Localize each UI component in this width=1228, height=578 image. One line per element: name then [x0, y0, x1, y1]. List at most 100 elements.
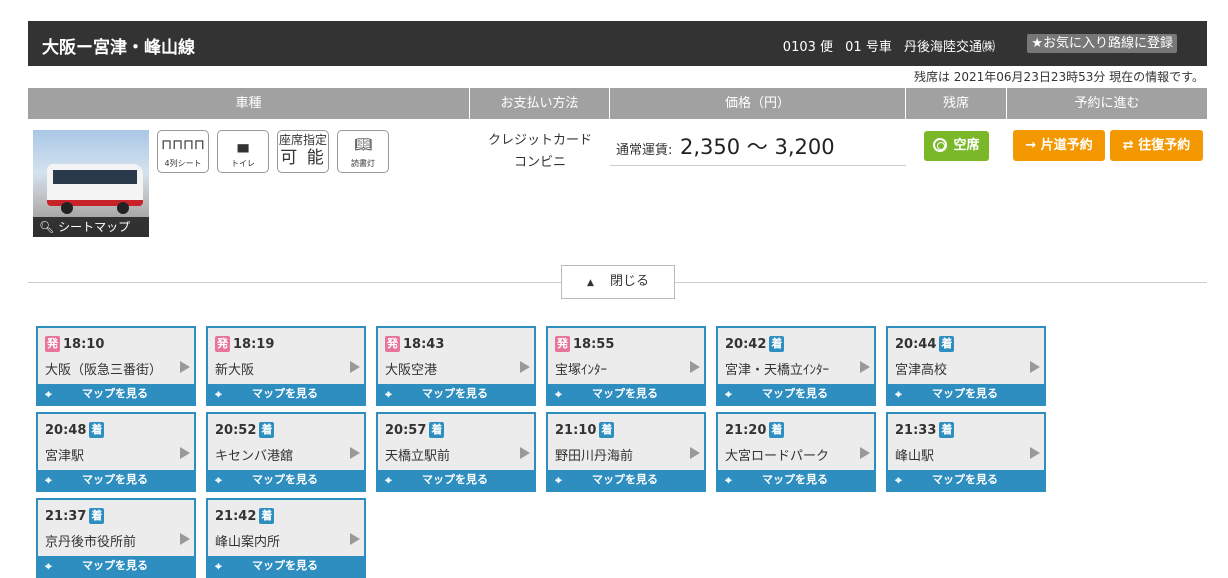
table-header: 車種 お支払い方法 価格（円） 残席 予約に進む — [28, 88, 1207, 119]
stop-card[interactable]: 21:10 着野田川丹海前 ⌖ マップを見る — [546, 412, 706, 492]
stop-name: 天橋立駅前 — [385, 449, 451, 464]
stop-time-row: 20:48 着 — [45, 422, 105, 438]
view-map-label: マップを見る — [932, 473, 998, 486]
stop-card[interactable]: 発 18:55 宝塚ｲﾝﾀｰ ⌖ マップを見る — [546, 326, 706, 406]
bus-window — [53, 170, 137, 184]
col-reserve: 予約に進む — [1074, 96, 1140, 111]
stop-card[interactable]: 発 18:43 大阪空港 ⌖ マップを見る — [376, 326, 536, 406]
view-map-label: マップを見る — [252, 473, 318, 486]
view-map-button[interactable]: ⌖ マップを見る — [888, 384, 1044, 404]
arrival-tag: 着 — [259, 508, 275, 524]
view-map-button[interactable]: ⌖ マップを見る — [378, 470, 534, 490]
view-map-button[interactable]: ⌖ マップを見る — [548, 384, 704, 404]
stop-card[interactable]: 発 18:10 大阪（阪急三番街） ⌖ マップを見る — [36, 326, 196, 406]
chevron-right-icon[interactable] — [180, 361, 190, 373]
chevron-right-icon[interactable] — [860, 447, 870, 459]
col-seats: 残席 — [906, 88, 1007, 119]
map-pin-icon: ⌖ — [45, 559, 52, 573]
bus-photo[interactable]: 🔍︎ シートマップ — [33, 130, 149, 237]
feature-label: 4列シート — [164, 159, 202, 168]
view-map-button[interactable]: ⌖ マップを見る — [378, 384, 534, 404]
stop-time-row: 発 18:55 — [555, 336, 614, 352]
stop-name: 新大阪 — [215, 363, 255, 378]
chevron-right-icon[interactable] — [180, 533, 190, 545]
stop-time: 20:57 — [385, 423, 427, 438]
stop-name: 京丹後市役所前 — [45, 535, 137, 550]
stop-card[interactable]: 20:48 着宮津駅 ⌖ マップを見る — [36, 412, 196, 492]
view-map-button[interactable]: ⌖ マップを見る — [38, 470, 194, 490]
stop-card[interactable]: 20:42 着宮津・天橋立ｲﾝﾀｰ ⌖ マップを見る — [716, 326, 876, 406]
seat-map-link[interactable]: 🔍︎ シートマップ — [33, 217, 149, 237]
chevron-right-icon[interactable] — [520, 447, 530, 459]
stop-time-row: 20:44 着 — [895, 336, 955, 352]
round-trip-reserve-button[interactable]: ⇄ 往復予約 — [1110, 130, 1203, 161]
map-pin-icon: ⌖ — [555, 473, 562, 487]
stop-card[interactable]: 21:33 着峰山駅 ⌖ マップを見る — [886, 412, 1046, 492]
stop-card[interactable]: 発 18:19 新大阪 ⌖ マップを見る — [206, 326, 366, 406]
arrival-tag: 着 — [429, 422, 445, 438]
price-cell: 通常運賃: 2,350 〜 3,200 — [610, 126, 906, 166]
stop-time-row: 20:57 着 — [385, 422, 445, 438]
stop-card[interactable]: 20:44 着宮津高校 ⌖ マップを見る — [886, 326, 1046, 406]
stop-card[interactable]: 21:20 着大宮ロードパーク ⌖ マップを見る — [716, 412, 876, 492]
close-button[interactable]: ▲ 閉じる — [561, 265, 675, 299]
stop-card[interactable]: 21:42 着峰山案内所 ⌖ マップを見る — [206, 498, 366, 578]
stop-card[interactable]: 20:57 着天橋立駅前 ⌖ マップを見る — [376, 412, 536, 492]
stop-name: 野田川丹海前 — [555, 449, 634, 464]
map-pin-icon: ⌖ — [385, 473, 392, 487]
chevron-right-icon[interactable] — [1030, 361, 1040, 373]
availability-label: 空席 — [953, 138, 980, 153]
chevron-right-icon[interactable] — [690, 447, 700, 459]
view-map-button[interactable]: ⌖ マップを見る — [208, 470, 364, 490]
stop-time: 21:42 — [215, 509, 257, 524]
view-map-label: マップを見る — [422, 387, 488, 400]
map-pin-icon: ⌖ — [215, 387, 222, 401]
chevron-right-icon[interactable] — [860, 361, 870, 373]
stop-card[interactable]: 20:52 着キセンバ港舘 ⌖ マップを見る — [206, 412, 366, 492]
chevron-right-icon[interactable] — [180, 447, 190, 459]
chevron-right-icon[interactable] — [350, 533, 360, 545]
arrival-tag: 着 — [89, 422, 105, 438]
view-map-button[interactable]: ⌖ マップを見る — [208, 556, 364, 576]
stop-card[interactable]: 21:37 着京丹後市役所前 ⌖ マップを見る — [36, 498, 196, 578]
one-way-reserve-button[interactable]: → 片道予約 — [1013, 130, 1105, 161]
view-map-button[interactable]: ⌖ マップを見る — [888, 470, 1044, 490]
search-icon: 🔍︎ — [39, 220, 55, 234]
arrival-tag: 着 — [599, 422, 615, 438]
stop-time-row: 20:52 着 — [215, 422, 275, 438]
stop-time-row: 発 18:43 — [385, 336, 444, 352]
feature-seat-assignment: 座席指定 可 能 — [277, 130, 329, 173]
view-map-button[interactable]: ⌖ マップを見る — [208, 384, 364, 404]
view-map-label: マップを見る — [422, 473, 488, 486]
operator-name: 丹後海陸交通㈱ — [903, 40, 995, 55]
stop-time-row: 21:20 着 — [725, 422, 785, 438]
view-map-button[interactable]: ⌖ マップを見る — [38, 384, 194, 404]
view-map-button[interactable]: ⌖ マップを見る — [718, 470, 874, 490]
view-map-button[interactable]: ⌖ マップを見る — [548, 470, 704, 490]
view-map-button[interactable]: ⌖ マップを見る — [718, 384, 874, 404]
view-map-button[interactable]: ⌖ マップを見る — [38, 556, 194, 576]
availability-badge: 空席 — [924, 131, 989, 161]
stop-time: 20:48 — [45, 423, 87, 438]
seat-map-label: シートマップ — [58, 220, 131, 234]
chevron-right-icon[interactable] — [350, 361, 360, 373]
view-map-label: マップを見る — [82, 473, 148, 486]
chevron-right-icon[interactable] — [350, 447, 360, 459]
view-map-label: マップを見る — [252, 387, 318, 400]
toilet-icon: ▄ — [237, 137, 249, 153]
stop-time: 21:33 — [895, 423, 937, 438]
map-pin-icon: ⌖ — [45, 387, 52, 401]
view-map-label: マップを見る — [762, 473, 828, 486]
chevron-right-icon[interactable] — [520, 361, 530, 373]
departure-tag: 発 — [45, 336, 60, 352]
chevron-right-icon[interactable] — [690, 361, 700, 373]
view-map-label: マップを見る — [252, 559, 318, 572]
add-favorite-button[interactable]: ★お気に入り路線に登録 — [1027, 34, 1177, 53]
feature-reading-light: 📖︎ 読書灯 — [337, 130, 389, 173]
stop-name: 宮津高校 — [895, 363, 948, 378]
stop-time-row: 発 18:19 — [215, 336, 274, 352]
stop-time-row: 21:10 着 — [555, 422, 615, 438]
chevron-right-icon[interactable] — [1030, 447, 1040, 459]
view-map-label: マップを見る — [592, 473, 658, 486]
arrival-tag: 着 — [939, 336, 955, 352]
